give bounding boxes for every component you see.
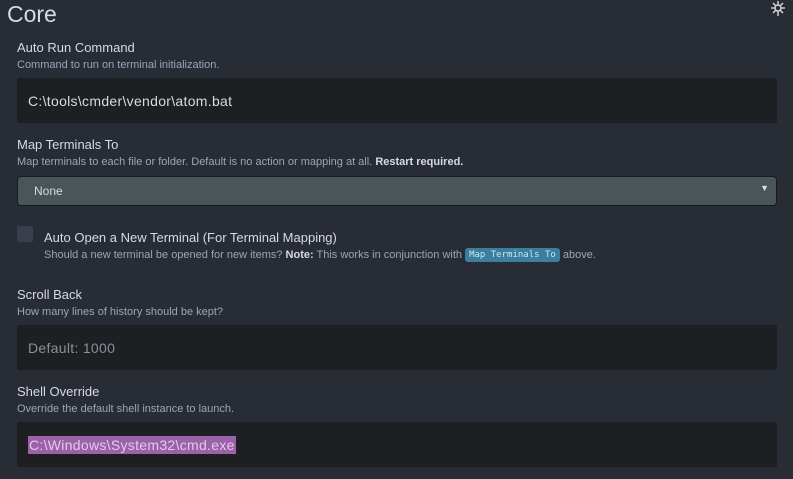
auto-run-command-input[interactable]: C:\tools\cmder\vendor\atom.bat bbox=[17, 78, 777, 123]
auto-open-description-end: above. bbox=[562, 249, 596, 261]
scroll-back-input[interactable]: Default: 1000 bbox=[17, 325, 777, 370]
shell-override-value: C:\Windows\System32\cmd.exe bbox=[28, 435, 236, 454]
map-terminals-code-pill: Map Terminals To bbox=[465, 248, 560, 263]
map-terminals-selected-value: None bbox=[34, 184, 63, 198]
map-terminals-label: Map Terminals To bbox=[17, 137, 119, 152]
auto-open-description-start: Should a new terminal be opened for new … bbox=[44, 249, 283, 261]
section-title: Core bbox=[7, 1, 57, 27]
map-terminals-select[interactable]: None ▼ bbox=[17, 176, 777, 206]
auto-open-terminal-checkbox[interactable] bbox=[17, 226, 33, 242]
shell-override-description: Override the default shell instance to l… bbox=[17, 403, 235, 415]
auto-open-terminal-label[interactable]: Auto Open a New Terminal (For Terminal M… bbox=[44, 230, 337, 246]
shell-override-input[interactable]: C:\Windows\System32\cmd.exe bbox=[17, 422, 777, 467]
pin-icon[interactable] bbox=[769, 0, 787, 18]
auto-run-command-description: Command to run on terminal initializatio… bbox=[17, 59, 220, 71]
scroll-back-label: Scroll Back bbox=[17, 287, 83, 302]
auto-open-description-middle: This works in conjunction with bbox=[316, 249, 463, 261]
shell-override-label: Shell Override bbox=[17, 384, 100, 399]
restart-required-note: Restart required. bbox=[375, 156, 464, 168]
map-terminals-description: Map terminals to each file or folder. De… bbox=[17, 155, 463, 169]
scroll-back-placeholder: Default: 1000 bbox=[28, 339, 116, 356]
auto-open-terminal-description: Should a new terminal be opened for new … bbox=[44, 248, 596, 263]
settings-panel: Core Auto Run Command Command to run on … bbox=[0, 0, 793, 479]
chevron-down-icon: ▼ bbox=[760, 183, 769, 193]
auto-run-command-value: C:\tools\cmder\vendor\atom.bat bbox=[28, 92, 233, 109]
scroll-back-description: How many lines of history should be kept… bbox=[17, 306, 224, 318]
auto-run-command-label: Auto Run Command bbox=[17, 40, 135, 55]
map-terminals-description-text: Map terminals to each file or folder. De… bbox=[17, 156, 373, 168]
auto-open-note-label: Note: bbox=[285, 249, 314, 261]
